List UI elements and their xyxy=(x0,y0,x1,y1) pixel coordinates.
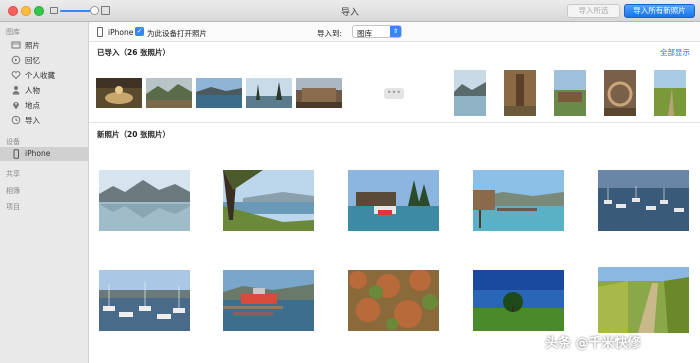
new-photo-thumbnail[interactable] xyxy=(223,270,314,331)
imported-photo-thumbnail[interactable] xyxy=(654,70,686,116)
watermark-text: 头条 @千米快修 xyxy=(545,336,641,351)
title-bar: 导入 导入所选 导入所有新照片 xyxy=(0,0,700,22)
sidebar-item-label: 人物 xyxy=(25,86,40,95)
new-photo-thumbnail[interactable] xyxy=(99,170,190,231)
sidebar: 图库 照片 回忆 个人收藏 人物 地点 导入 设备 iPhone 共享 相簿 项… xyxy=(0,22,89,363)
sidebar-header-library: 图库 xyxy=(6,28,20,36)
photos-icon xyxy=(11,40,21,50)
import-selected-button[interactable]: 导入所选 xyxy=(567,4,620,18)
import-destination-value: 图库 xyxy=(357,29,372,38)
import-destination-select[interactable]: 图库 ⇕ xyxy=(352,25,402,38)
sidebar-header-projects: 项目 xyxy=(6,203,20,211)
imported-photo-thumbnail[interactable] xyxy=(296,78,342,108)
import-clock-icon xyxy=(11,115,21,125)
new-photo-thumbnail[interactable] xyxy=(473,270,564,331)
new-photo-thumbnail[interactable] xyxy=(598,267,689,333)
person-icon xyxy=(11,85,21,95)
show-all-link[interactable]: 全部显示 xyxy=(660,47,690,58)
sidebar-item-memories[interactable]: 回忆 xyxy=(0,53,89,67)
import-all-new-button[interactable]: 导入所有新照片 xyxy=(624,4,695,18)
sidebar-item-label: 个人收藏 xyxy=(25,71,55,80)
sidebar-item-label: 照片 xyxy=(25,41,40,50)
imported-photo-thumbnail[interactable] xyxy=(454,70,486,116)
sidebar-item-label: 回忆 xyxy=(25,56,40,65)
open-photos-label[interactable]: 为此设备打开照片 xyxy=(147,28,207,39)
heart-icon xyxy=(11,70,21,80)
new-photo-thumbnail[interactable] xyxy=(473,170,564,231)
imported-photo-thumbnail[interactable] xyxy=(96,78,142,108)
iphone-device-icon xyxy=(97,27,103,37)
new-photos-section-title: 新照片（20 张照片） xyxy=(97,130,171,139)
import-to-label: 导入到: xyxy=(317,29,343,38)
location-pin-icon xyxy=(11,100,21,110)
new-photo-thumbnail[interactable] xyxy=(348,170,439,231)
sidebar-header-devices: 设备 xyxy=(6,138,20,146)
new-photo-thumbnail[interactable] xyxy=(348,270,439,331)
memories-icon xyxy=(11,55,21,65)
sidebar-header-albums: 相簿 xyxy=(6,187,20,195)
sidebar-item-label: iPhone xyxy=(25,149,51,158)
imported-photo-thumbnail[interactable] xyxy=(196,78,242,108)
sidebar-item-label: 导入 xyxy=(25,116,40,125)
imported-photo-thumbnail[interactable] xyxy=(246,78,292,108)
section-divider xyxy=(89,122,700,123)
sidebar-item-photos[interactable]: 照片 xyxy=(0,38,89,52)
device-options-bar: iPhone ✓ 为此设备打开照片 导入到: 图库 ⇕ xyxy=(89,22,700,42)
sidebar-header-shared: 共享 xyxy=(6,170,20,178)
more-photos-button[interactable]: ••• xyxy=(384,88,404,99)
sidebar-item-imports[interactable]: 导入 xyxy=(0,113,89,127)
sidebar-item-places[interactable]: 地点 xyxy=(0,98,89,112)
sidebar-item-people[interactable]: 人物 xyxy=(0,83,89,97)
imported-photo-thumbnail[interactable] xyxy=(604,70,636,116)
iphone-icon xyxy=(11,149,21,159)
imported-photo-thumbnail[interactable] xyxy=(554,70,586,116)
sidebar-item-label: 地点 xyxy=(25,101,40,110)
new-photo-thumbnail[interactable] xyxy=(223,170,314,231)
chevron-updown-icon: ⇕ xyxy=(390,26,401,37)
device-name: iPhone xyxy=(108,28,134,37)
new-photo-thumbnail[interactable] xyxy=(598,170,689,231)
imported-photo-thumbnail[interactable] xyxy=(146,78,192,108)
open-photos-checkbox[interactable]: ✓ xyxy=(135,27,144,36)
sidebar-item-favorites[interactable]: 个人收藏 xyxy=(0,68,89,82)
imported-section-title: 已导入（26 张照片） xyxy=(97,48,171,57)
sidebar-item-iphone[interactable]: iPhone xyxy=(0,147,89,161)
imported-photo-thumbnail[interactable] xyxy=(504,70,536,116)
new-photo-thumbnail[interactable] xyxy=(99,270,190,331)
